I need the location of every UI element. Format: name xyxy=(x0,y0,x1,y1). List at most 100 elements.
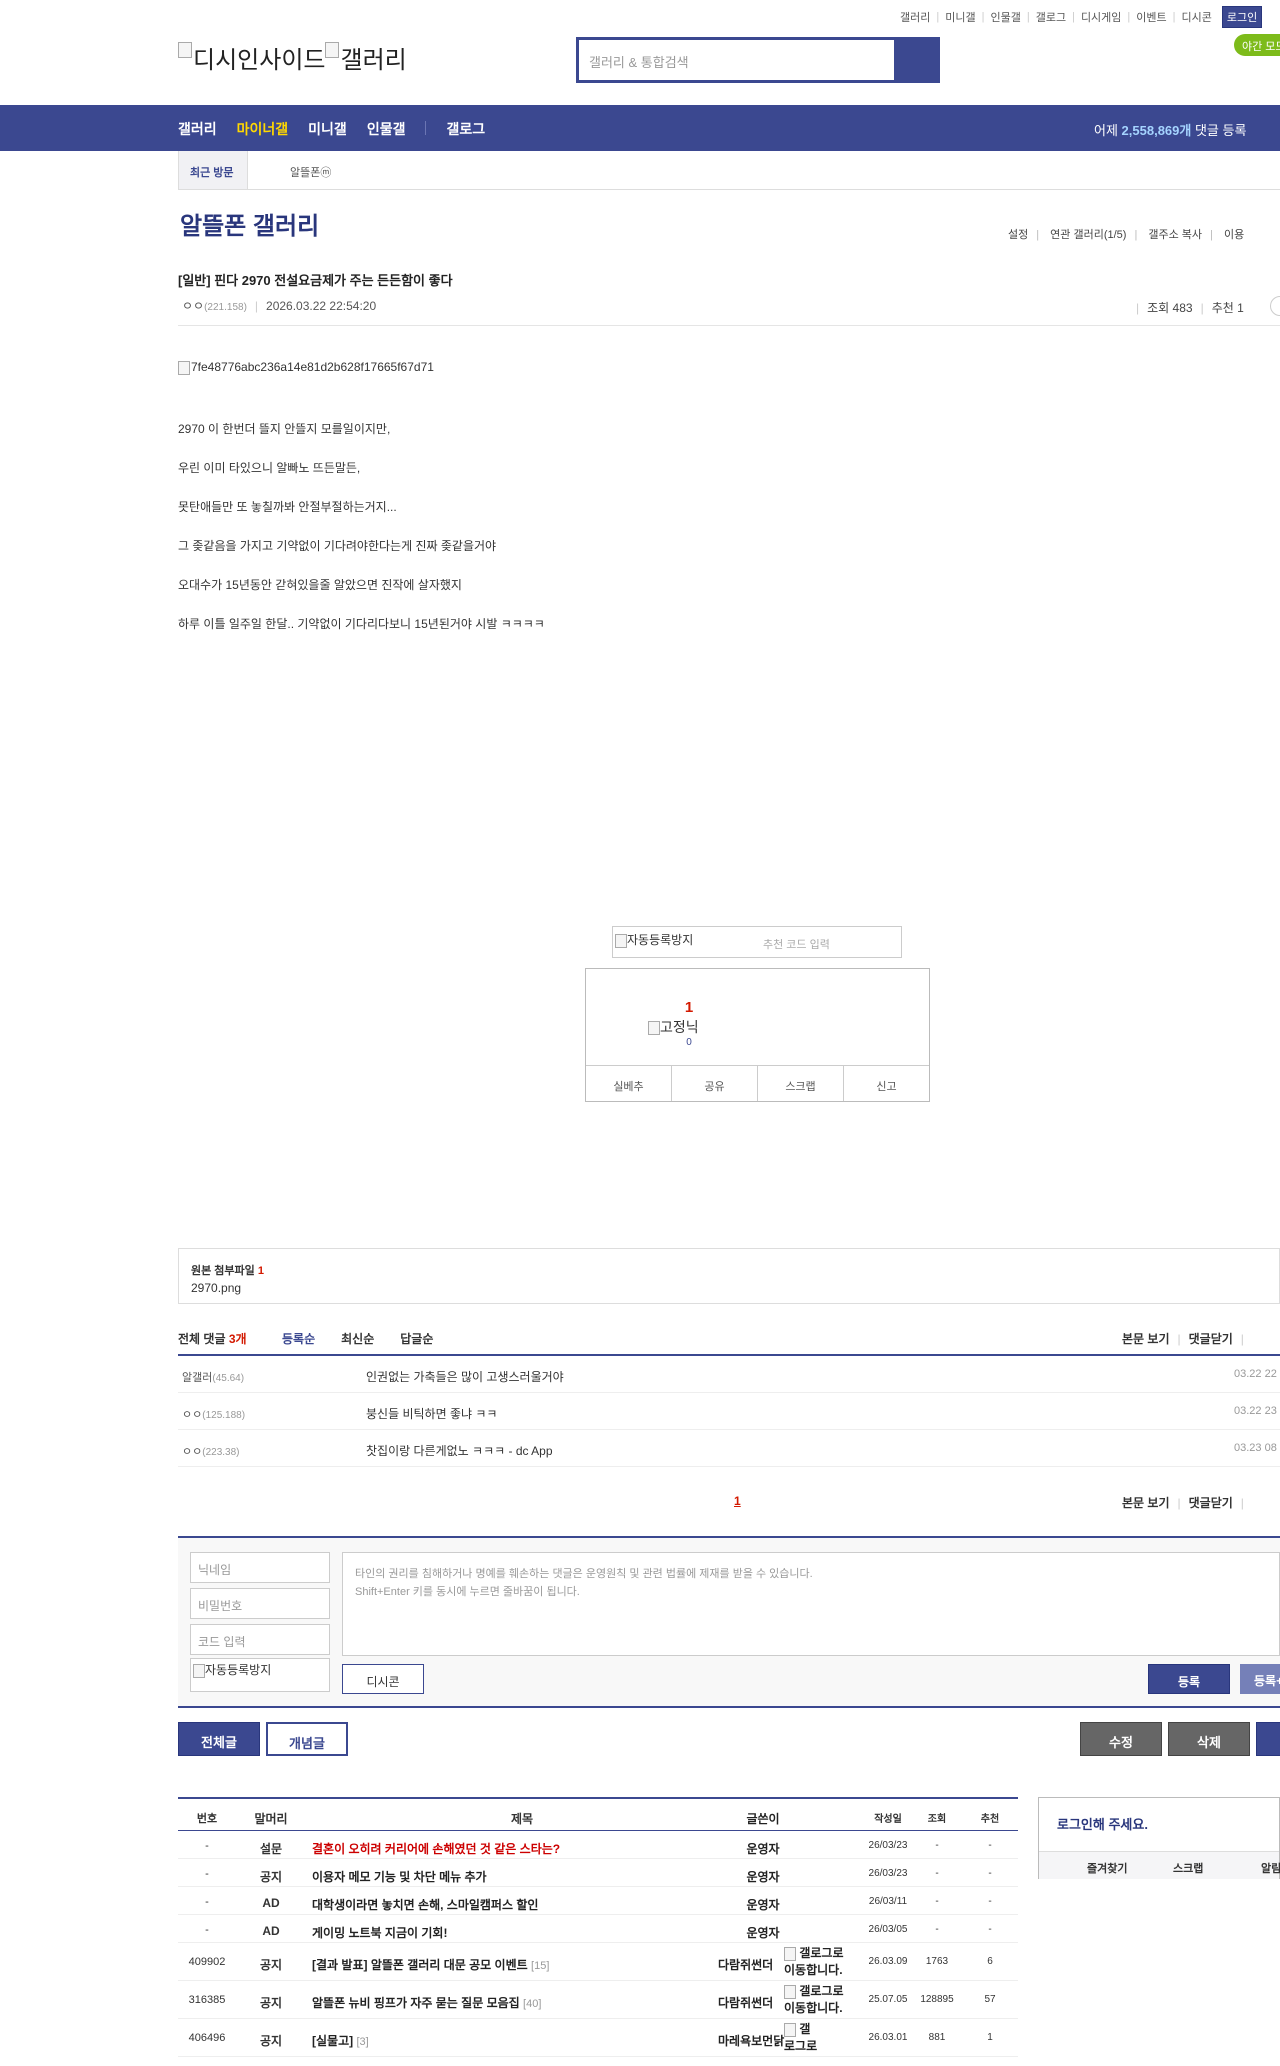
nav-gallog[interactable]: 갤로그 xyxy=(446,119,485,139)
nav-gallery[interactable]: 갤러리 xyxy=(178,119,217,139)
sort-by-latest[interactable]: 최신순 xyxy=(341,1330,374,1347)
util-gallery[interactable]: 갤러리 xyxy=(900,9,930,25)
close-comments-link[interactable]: 댓글닫기 xyxy=(1189,1332,1233,1346)
comment-row: ㅇㅇ(125.188) 붕신들 비틱하면 좋냐 ㅋㅋ 03.22 23 xyxy=(178,1394,1280,1430)
col-views: 조회 xyxy=(927,1814,947,1825)
search-input[interactable]: 갤러리 & 통합검색 xyxy=(579,40,894,80)
util-event[interactable]: 이벤트 xyxy=(1136,9,1166,25)
broken-image-icon xyxy=(178,360,190,375)
edit-button[interactable]: 수정 xyxy=(1080,1722,1162,1756)
gallog-link[interactable]: 갤로그로 이동합니다. xyxy=(784,1945,844,1979)
comment-author: ㅇㅇ(223.38) xyxy=(182,1446,240,1458)
recommend-count: 1 xyxy=(684,999,694,1016)
comment-jump-icon[interactable] xyxy=(1270,296,1280,316)
nav-mini-gallery[interactable]: 미니갤 xyxy=(308,119,347,139)
post-link[interactable]: [실물고] [3] xyxy=(312,2032,732,2049)
related-gallery-link[interactable]: 연관 갤러리(1/5) xyxy=(1050,229,1126,241)
dccon-button[interactable]: 디시콘 xyxy=(342,1664,424,1694)
comment-write-box: 닉네임 비밀번호 코드 입력 자동등록방지 타인의 권리를 침해하거나 명예를 … xyxy=(178,1536,1280,1708)
post-author[interactable]: ㅇㅇ xyxy=(182,299,204,313)
broken-image-icon xyxy=(615,933,627,948)
post-link[interactable]: 이용자 메모 기능 및 차단 메뉴 추가 xyxy=(312,1868,732,1885)
attachment-box: 원본 첨부파일 1 2970.png xyxy=(178,1248,1280,1304)
table-row: - 공지 이용자 메모 기능 및 차단 메뉴 추가 운영자 26/03/23 -… xyxy=(178,1859,1018,1887)
night-mode-toggle[interactable]: 야간 모드 xyxy=(1234,34,1280,56)
col-subject[interactable]: 말머리 xyxy=(236,1810,306,1827)
util-person[interactable]: 인물갤 xyxy=(990,9,1020,25)
comment-textarea[interactable]: 타인의 권리를 침해하거나 명예를 훼손하는 댓글은 운영원칙 및 관련 법률에… xyxy=(342,1552,1280,1656)
comment-page-1[interactable]: 1 xyxy=(734,1494,741,1508)
write-button[interactable]: 글 xyxy=(1256,1722,1280,1756)
fixed-nick-recommend-button[interactable]: 고정닉 xyxy=(648,1017,699,1037)
recommend-captcha: 자동등록방지 추천 코드 입력 xyxy=(612,926,902,958)
view-post-link[interactable]: 본문 보기 xyxy=(1122,1332,1170,1346)
nickname-input[interactable]: 닉네임 xyxy=(190,1552,330,1583)
share-button[interactable]: 공유 xyxy=(672,1066,758,1101)
report-button[interactable]: 신고 xyxy=(844,1066,929,1101)
comment-submit-plus-button[interactable]: 등록+ xyxy=(1240,1664,1280,1694)
gallog-link[interactable]: 갤 로그로 xyxy=(784,2021,817,2055)
post-link[interactable]: 게이밍 노트북 지금이 기회! xyxy=(312,1924,732,1941)
favorites-link[interactable]: 즐겨찾기 xyxy=(1087,1860,1127,1876)
recent-visits-tab[interactable]: 최근 방문 xyxy=(178,151,248,189)
gallery-title[interactable]: 알뜰폰 갤러리 xyxy=(180,206,319,241)
nav-minor-gallery[interactable]: 마이너갤 xyxy=(237,119,289,139)
post-writer[interactable]: 마레욕보먼닭 xyxy=(718,2032,784,2049)
concept-posts-button[interactable]: 개념글 xyxy=(266,1722,348,1756)
view-post-link[interactable]: 본문 보기 xyxy=(1122,1496,1170,1510)
comment-row: ㅇㅇ(223.38) 찻집이랑 다른게없노 ㅋㅋㅋ - dc App 03.23… xyxy=(178,1431,1280,1467)
site-logo[interactable]: 디시인사이드 갤러리 xyxy=(178,40,407,75)
nav-person-gallery[interactable]: 인물갤 xyxy=(367,119,406,139)
util-mini[interactable]: 미니갤 xyxy=(945,9,975,25)
best-recommend-button[interactable]: 실베추 xyxy=(586,1066,672,1101)
broken-image-icon xyxy=(193,1663,205,1678)
notification-link[interactable]: 알림 xyxy=(1261,1860,1280,1876)
post-views: 조회 483 xyxy=(1147,301,1193,315)
login-button[interactable]: 로그인 xyxy=(1221,6,1263,28)
comment-author: 알갤러(45.64) xyxy=(182,1372,245,1384)
search-button[interactable] xyxy=(894,40,937,80)
post-writer[interactable]: 다람쥐썬더 xyxy=(718,1956,773,1973)
scrap-button[interactable]: 스크랩 xyxy=(758,1066,844,1101)
util-gallog[interactable]: 갤로그 xyxy=(1036,9,1066,25)
post-link[interactable]: 결혼이 오히려 커리어에 손해였던 것 같은 스타는? xyxy=(312,1840,732,1857)
util-game[interactable]: 디시게임 xyxy=(1081,9,1121,25)
nav-divider xyxy=(425,121,427,135)
post-image[interactable]: 7fe48776abc236a14e81d2b628f17665f67d71 xyxy=(178,360,434,375)
post-link[interactable]: 알뜰폰 뉴비 핑프가 자주 묻는 질문 모음집 [40] xyxy=(312,1994,732,2011)
delete-button[interactable]: 삭제 xyxy=(1168,1722,1250,1756)
post-line: 오대수가 15년동안 갇혀있을줄 알았으면 진작에 살자했지 xyxy=(178,578,462,592)
code-input[interactable]: 코드 입력 xyxy=(190,1624,330,1655)
comment-submit-button[interactable]: 등록 xyxy=(1148,1664,1230,1694)
recent-visit-item[interactable]: 알뜰폰ⓜ xyxy=(290,164,331,180)
post-link[interactable]: 대학생이라면 놓치면 손해, 스마일캠퍼스 할인 xyxy=(312,1896,732,1913)
scrap-link[interactable]: 스크랩 xyxy=(1173,1860,1203,1876)
all-posts-button[interactable]: 전체글 xyxy=(178,1722,260,1756)
post-list-table: 번호 말머리 제목 글쓴이 작성일 조회 추천 - 설문 결혼이 오히려 커리어… xyxy=(178,1797,1018,2057)
sort-by-replies[interactable]: 답글순 xyxy=(400,1330,433,1347)
comment-captcha-image: 자동등록방지 xyxy=(190,1658,330,1692)
close-comments-link[interactable]: 댓글닫기 xyxy=(1189,1496,1233,1510)
broken-image-icon xyxy=(325,42,340,58)
post-stats: | 조회 483 | 추천 1 xyxy=(1136,301,1244,315)
gallery-usage-link[interactable]: 이용 xyxy=(1224,229,1244,241)
broken-image-icon xyxy=(178,42,192,58)
login-prompt[interactable]: 로그인해 주세요. xyxy=(1057,1814,1148,1833)
gallery-settings-link[interactable]: 설정 xyxy=(1008,229,1028,241)
password-input[interactable]: 비밀번호 xyxy=(190,1588,330,1619)
post-writer[interactable]: 다람쥐썬더 xyxy=(718,1994,773,2011)
comment-text: 인권없는 가축들은 많이 고생스러울거야 xyxy=(366,1370,564,1384)
col-title: 제목 xyxy=(510,1812,534,1826)
post-link[interactable]: [결과 발표] 알뜰폰 갤러리 대문 공모 이벤트 [15] xyxy=(312,1956,732,1973)
post-author-ip: (221.158) xyxy=(204,302,247,313)
attachment-file[interactable]: 2970.png xyxy=(191,1281,1267,1295)
table-row: 406496 공지 [실물고] [3] 마레욕보먼닭 갤 로그로 26.03.01… xyxy=(178,2019,1018,2057)
util-dccon[interactable]: 디시콘 xyxy=(1182,9,1212,25)
copy-gallery-url-link[interactable]: 갤주소 복사 xyxy=(1148,229,1202,241)
sort-by-register[interactable]: 등록순 xyxy=(282,1330,315,1347)
recommend-code-input[interactable]: 추천 코드 입력 xyxy=(763,936,830,952)
recent-visits: 최근 방문 알뜰폰ⓜ xyxy=(178,151,1280,190)
comment-total: 전체 댓글 3개 xyxy=(178,1332,247,1346)
gallog-link[interactable]: 갤로그로 이동합니다. xyxy=(784,1983,844,2017)
reply-count: [40] xyxy=(523,1998,542,2010)
